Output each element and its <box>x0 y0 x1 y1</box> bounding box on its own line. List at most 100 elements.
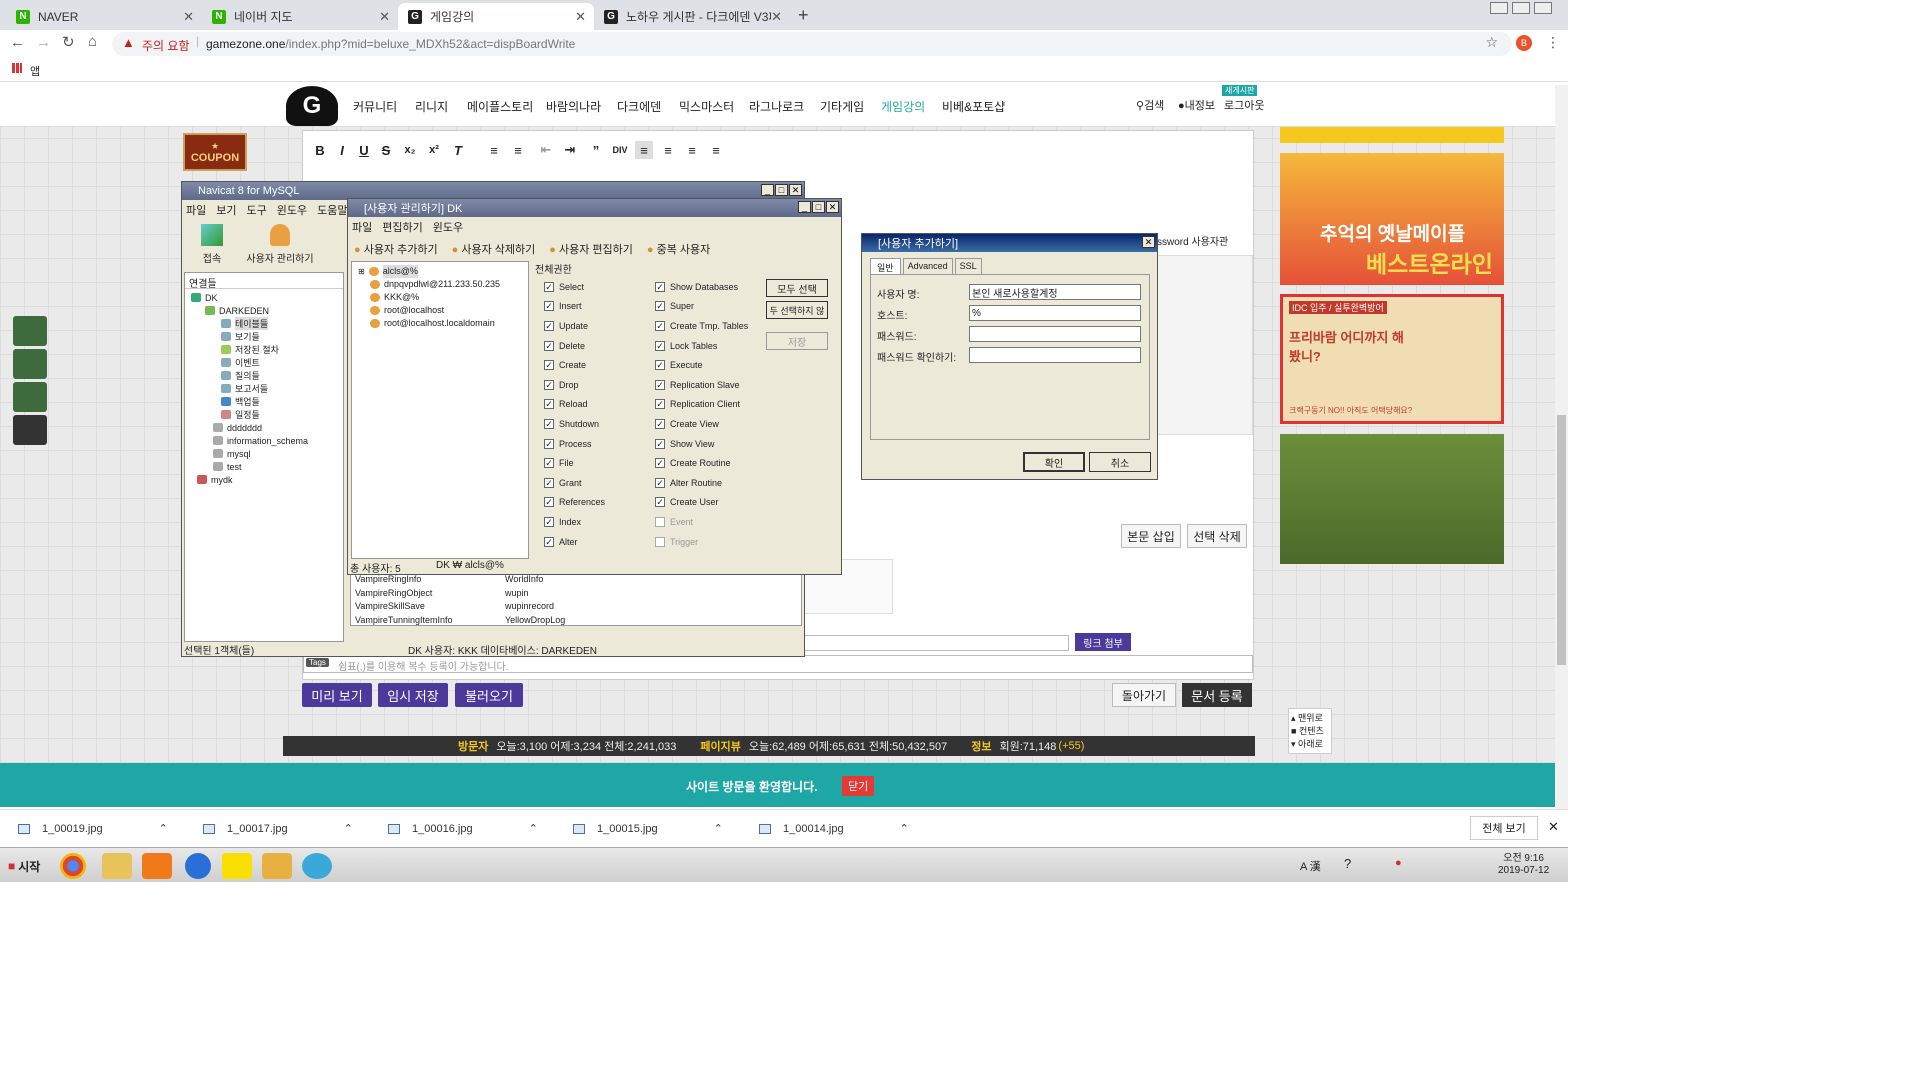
reload-icon[interactable]: ↻ <box>62 33 75 51</box>
priv-checkbox[interactable]: ✓ File <box>544 453 605 473</box>
table-item[interactable]: wupin <box>505 587 565 601</box>
tree-node[interactable]: 보기들 <box>191 330 337 343</box>
chevron-up-icon[interactable]: ⌃ <box>344 822 353 835</box>
page-scrollbar[interactable] <box>1555 85 1568 809</box>
priv-checkbox[interactable]: ✓ Reload <box>544 395 605 415</box>
tree-node[interactable]: DK <box>191 291 337 304</box>
search-link[interactable]: ⚲검색 <box>1136 97 1164 113</box>
priv-checkbox[interactable]: ✓ Create Routine <box>655 453 748 473</box>
download-item[interactable]: 1_00019.jpg ⌃ <box>18 822 168 835</box>
coupon-button[interactable]: ★ COUPON <box>183 133 247 171</box>
priv-checkbox[interactable]: ✓ Show View <box>655 434 748 454</box>
maximize-button[interactable]: □ <box>775 184 788 196</box>
manage-users-button[interactable]: 사용자 관리하기 <box>242 224 318 265</box>
indent-icon[interactable]: ⇥ <box>561 141 579 159</box>
media-player-icon[interactable] <box>142 853 172 879</box>
ad-baram-banner[interactable]: IDC 입주 / 실투완벽방어 프리바람 어디까지 해봤니? 크랙구동기 NO!… <box>1280 294 1504 424</box>
confirm-password-field[interactable] <box>969 347 1141 363</box>
tree-node[interactable]: test <box>191 460 337 473</box>
address-bar[interactable]: ▲ 주의 요함 | gamezone.one/index.php?mid=bel… <box>112 32 1512 56</box>
scroll-bottom-link[interactable]: ▾ 아래로 <box>1291 737 1329 750</box>
priv-checkbox[interactable]: ✓ Create User <box>655 493 748 513</box>
menu-other-games[interactable]: 기타게임 <box>820 98 864 115</box>
temp-save-button[interactable]: 임시 저장 <box>378 683 448 707</box>
submit-post-button[interactable]: 문서 등록 <box>1182 683 1252 707</box>
close-button[interactable]: ✕ <box>1142 236 1155 248</box>
menu-file[interactable]: 파일 <box>186 202 206 218</box>
priv-checkbox[interactable]: ✓ Create View <box>655 414 748 434</box>
tab-naver[interactable]: N NAVER ✕ <box>6 3 202 30</box>
priv-checkbox[interactable]: Event <box>655 512 748 532</box>
menu-tools[interactable]: 도구 <box>247 202 267 218</box>
download-item[interactable]: 1_00015.jpg ⌃ <box>573 822 723 835</box>
kebab-menu-icon[interactable]: ⋮ <box>1546 34 1560 51</box>
tree-node[interactable]: mydk <box>191 473 337 486</box>
maximize-button[interactable]: □ <box>812 201 825 213</box>
underline-icon[interactable]: U <box>355 141 373 159</box>
close-button[interactable]: ✕ <box>826 201 839 213</box>
menu-ragnarok[interactable]: 라그나로크 <box>749 98 804 115</box>
add-user-button[interactable]: ● 사용자 추가하기 <box>354 241 438 257</box>
profile-avatar[interactable]: B <box>1516 35 1532 51</box>
restore-button[interactable] <box>1512 2 1530 14</box>
tab-naver-map[interactable]: N 네이버 지도 ✕ <box>202 3 398 30</box>
menu-file[interactable]: 파일 <box>352 219 372 235</box>
div-icon[interactable]: DIV <box>611 141 629 159</box>
app-icon[interactable] <box>262 853 292 879</box>
link-input[interactable] <box>803 635 1069 651</box>
table-item[interactable]: wupinrecord <box>505 600 565 614</box>
superscript-icon[interactable]: x² <box>425 141 443 159</box>
user-item[interactable]: root@localhost.localdomain <box>358 317 522 330</box>
folder-icon[interactable] <box>102 853 132 879</box>
priv-checkbox[interactable]: ✓ Process <box>544 434 605 454</box>
priv-checkbox[interactable]: ✓ Select <box>544 277 605 297</box>
bold-icon[interactable]: B <box>311 141 329 159</box>
user-item[interactable]: dnpqvpdlwl@211.233.50.235 <box>358 278 522 291</box>
table-item[interactable]: VampireRingObject <box>355 587 453 601</box>
tab-knowhow-board[interactable]: G 노하우 게시판 - 다크에덴 V3패 ✕ <box>594 3 790 30</box>
menu-edit[interactable]: 편집하기 <box>382 219 422 235</box>
priv-checkbox[interactable]: ✓ References <box>544 493 605 513</box>
tree-node[interactable]: 질의들 <box>191 369 337 382</box>
handshake-icon[interactable] <box>13 316 47 346</box>
connect-button[interactable]: 접속 <box>196 224 228 265</box>
priv-checkbox[interactable]: ✓ Create <box>544 355 605 375</box>
ime-indicator[interactable]: A 漢 <box>1300 858 1321 874</box>
show-all-button[interactable]: 전체 보기 <box>1470 816 1538 840</box>
clock[interactable]: 오전 9:16 2019-07-12 <box>1498 853 1549 877</box>
delete-selected-button[interactable]: 선택 삭제 <box>1187 524 1247 548</box>
preview-button[interactable]: 미리 보기 <box>302 683 372 707</box>
help-icon[interactable]: ? <box>1344 856 1351 871</box>
logout-link[interactable]: 로그아웃 <box>1224 97 1264 113</box>
priv-checkbox[interactable]: ✓ Index <box>544 512 605 532</box>
tree-node[interactable]: 보고서들 <box>191 382 337 395</box>
italic-icon[interactable]: I <box>333 141 351 159</box>
priv-checkbox[interactable]: ✓ Replication Slave <box>655 375 748 395</box>
table-item[interactable]: WorldInfo <box>505 573 565 587</box>
scroll-top-link[interactable]: ▴ 맨위로 <box>1291 711 1329 724</box>
align-right-icon[interactable]: ≡ <box>683 141 701 159</box>
forward-icon[interactable]: → <box>36 34 51 51</box>
network-icon[interactable]: ● <box>1395 857 1402 869</box>
close-icon[interactable]: ✕ <box>771 9 782 25</box>
close-window-button[interactable] <box>1534 2 1552 14</box>
tree-node[interactable]: 일정들 <box>191 408 337 421</box>
table-item[interactable]: VampireRingInfo <box>355 573 453 587</box>
minimize-button[interactable] <box>1490 2 1508 14</box>
cancel-button[interactable]: 취소 <box>1089 452 1151 472</box>
back-button[interactable]: 돌아가기 <box>1112 683 1176 707</box>
download-item[interactable]: 1_00017.jpg ⌃ <box>203 822 353 835</box>
priv-checkbox[interactable]: ✓ Create Tmp. Tables <box>655 316 748 336</box>
chevron-up-icon[interactable]: ⌃ <box>529 822 538 835</box>
tree-node[interactable]: ddddddd <box>191 421 337 434</box>
ad-game-banner[interactable] <box>1280 434 1504 564</box>
my-info-link[interactable]: ●내정보 <box>1178 97 1215 113</box>
link-attach-button[interactable]: 링크 첨부 <box>1075 633 1131 651</box>
minimize-button[interactable]: _ <box>761 184 774 196</box>
close-icon[interactable]: ✕ <box>1548 819 1559 835</box>
tree-node[interactable]: 백업들 <box>191 395 337 408</box>
tree-node[interactable]: 이벤트 <box>191 356 337 369</box>
menu-window[interactable]: 윈도우 <box>277 202 307 218</box>
menu-mixmaster[interactable]: 믹스마스터 <box>679 98 734 115</box>
insert-body-button[interactable]: 본문 삽입 <box>1121 524 1181 548</box>
